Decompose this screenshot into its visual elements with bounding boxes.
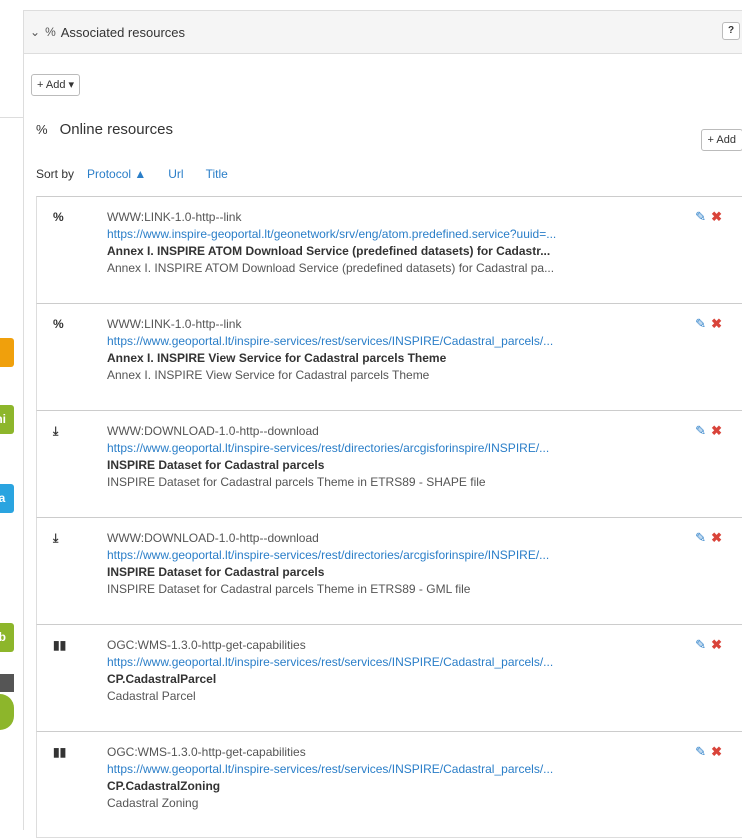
resource-name: INSPIRE Dataset for Cadastral parcels — [107, 565, 325, 579]
resource-protocol: OGC:WMS-1.3.0-http-get-capabilities — [107, 745, 306, 759]
resource-description: Cadastral Zoning — [107, 796, 199, 810]
sidebar-count-badge: 23 — [0, 674, 14, 692]
link-icon: % — [36, 122, 48, 137]
pencil-icon[interactable]: ✎ — [695, 209, 706, 225]
resource-name: INSPIRE Dataset for Cadastral parcels — [107, 458, 325, 472]
link-icon: % — [53, 210, 64, 224]
add-resource-button[interactable]: + Add ▾ — [31, 74, 81, 96]
link-icon: % — [45, 25, 56, 39]
resource-name: Annex I. INSPIRE ATOM Download Service (… — [107, 244, 551, 258]
sidebar-badge-4[interactable]: d b — [0, 623, 14, 652]
resource-description: INSPIRE Dataset for Cadastral parcels Th… — [107, 475, 486, 489]
pencil-icon[interactable]: ✎ — [695, 637, 706, 653]
online-resource-list: % WWW:LINK-1.0-http--link https://www.in… — [36, 196, 742, 838]
list-item: % WWW:LINK-1.0-http--link https://www.in… — [36, 196, 742, 303]
resource-description: INSPIRE Dataset for Cadastral parcels Th… — [107, 582, 471, 596]
left-sidebar-fragment: ar ohi ata d b 23 — [0, 117, 23, 830]
chevron-down-icon[interactable]: ⌄ — [30, 25, 40, 39]
delete-icon[interactable]: ✖ — [711, 423, 722, 439]
resource-name: CP.CadastralParcel — [107, 672, 217, 686]
resource-description: Annex I. INSPIRE View Service for Cadast… — [107, 368, 430, 382]
delete-icon[interactable]: ✖ — [711, 530, 722, 546]
panel-title: Associated resources — [60, 24, 186, 40]
resource-name: CP.CadastralZoning — [107, 779, 221, 793]
list-item: % WWW:LINK-1.0-http--link https://www.ge… — [36, 303, 742, 410]
online-resources-heading: % Online resources — [36, 121, 173, 138]
pencil-icon[interactable]: ✎ — [695, 744, 706, 760]
sidebar-round-button[interactable] — [0, 694, 14, 730]
resource-url[interactable]: https://www.geoportal.lt/inspire-service… — [107, 761, 684, 778]
list-item: ▮▮ OGC:WMS-1.3.0-http-get-capabilities h… — [36, 731, 742, 838]
resource-protocol: WWW:LINK-1.0-http--link — [107, 317, 242, 331]
delete-icon[interactable]: ✖ — [711, 209, 722, 225]
resource-url[interactable]: https://www.geoportal.lt/inspire-service… — [107, 654, 684, 671]
resource-url[interactable]: https://www.geoportal.lt/inspire-service… — [107, 547, 684, 564]
resource-url[interactable]: https://www.geoportal.lt/inspire-service… — [107, 440, 684, 457]
sidebar-badge-1[interactable]: ar — [0, 338, 14, 367]
sort-title[interactable]: Title — [206, 167, 228, 181]
sort-label: Sort by — [36, 167, 75, 181]
add-online-resource-button[interactable]: + Add — [700, 129, 742, 151]
panel-header[interactable]: ⌄ % Associated resources ? — [24, 11, 742, 54]
sort-url[interactable]: Url — [168, 167, 183, 181]
sort-protocol[interactable]: Protocol ▲ — [87, 167, 146, 181]
associated-resources-panel: ⌄ % Associated resources ? + Add ▾ % Onl… — [23, 10, 742, 838]
resource-url[interactable]: https://www.inspire-geoportal.lt/geonetw… — [107, 226, 684, 243]
delete-icon[interactable]: ✖ — [711, 744, 722, 760]
pencil-icon[interactable]: ✎ — [695, 423, 706, 439]
resource-description: Annex I. INSPIRE ATOM Download Service (… — [107, 261, 555, 275]
pencil-icon[interactable]: ✎ — [695, 530, 706, 546]
map-icon: ▮▮ — [53, 638, 67, 652]
help-button[interactable]: ? — [722, 22, 740, 40]
list-item: ⤓ WWW:DOWNLOAD-1.0-http--download https:… — [36, 410, 742, 517]
link-icon: % — [53, 317, 64, 331]
list-item: ▮▮ OGC:WMS-1.3.0-http-get-capabilities h… — [36, 624, 742, 731]
resource-protocol: WWW:LINK-1.0-http--link — [107, 210, 242, 224]
sidebar-badge-2[interactable]: ohi — [0, 405, 14, 434]
pencil-icon[interactable]: ✎ — [695, 316, 706, 332]
list-item: ⤓ WWW:DOWNLOAD-1.0-http--download https:… — [36, 517, 742, 624]
resource-description: Cadastral Parcel — [107, 689, 196, 703]
download-icon: ⤓ — [53, 424, 59, 438]
resource-url[interactable]: https://www.geoportal.lt/inspire-service… — [107, 333, 684, 350]
delete-icon[interactable]: ✖ — [711, 637, 722, 653]
resource-protocol: WWW:DOWNLOAD-1.0-http--download — [107, 424, 319, 438]
sidebar-badge-3[interactable]: ata — [0, 484, 14, 513]
resource-name: Annex I. INSPIRE View Service for Cadast… — [107, 351, 447, 365]
map-icon: ▮▮ — [53, 745, 67, 759]
sort-bar: Sort by Protocol ▲ Url Title — [36, 167, 250, 181]
resource-protocol: WWW:DOWNLOAD-1.0-http--download — [107, 531, 319, 545]
download-icon: ⤓ — [53, 531, 59, 545]
resource-protocol: OGC:WMS-1.3.0-http-get-capabilities — [107, 638, 306, 652]
delete-icon[interactable]: ✖ — [711, 316, 722, 332]
